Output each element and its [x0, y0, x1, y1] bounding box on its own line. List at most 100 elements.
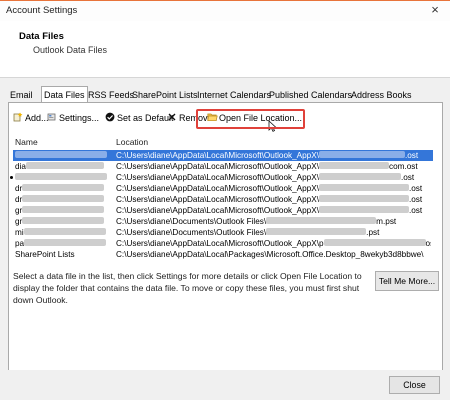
row-name: gr: [15, 216, 113, 227]
row-location-prefix: C:\Users\diane\AppData\Local\Microsoft\O…: [116, 239, 324, 248]
column-header-location[interactable]: Location: [116, 137, 148, 147]
window-title: Account Settings: [6, 5, 78, 16]
row-name: gr: [15, 205, 113, 216]
checkmark-circle-icon: [105, 112, 115, 122]
redaction-blur: [15, 173, 107, 180]
set-default-button[interactable]: Set as Default: [105, 111, 174, 125]
row-name: dr: [15, 194, 113, 205]
add-button[interactable]: Add...: [13, 111, 49, 125]
row-location: C:\Users\diane\AppData\Local\Microsoft\O…: [116, 161, 431, 172]
row-location: C:\Users\diane\AppData\Local\Microsoft\O…: [116, 194, 431, 205]
default-indicator-dot: [10, 176, 13, 179]
row-location-suffix: ost: [425, 239, 431, 248]
redaction-blur: [22, 217, 105, 224]
row-name-text: dr: [15, 184, 23, 193]
redaction-blur: [318, 162, 389, 169]
close-button[interactable]: Close: [389, 376, 440, 394]
dialog-footer: [0, 370, 450, 400]
tab-email[interactable]: Email: [10, 88, 33, 102]
row-location-prefix: C:\Users\diane\AppData\Local\Microsoft\O…: [116, 151, 319, 160]
table-row[interactable]: gr C:\Users\diane\AppData\Local\Microsof…: [13, 205, 433, 216]
row-location: C:\Users\diane\AppData\Local\Microsoft\O…: [116, 172, 431, 183]
dialog-header: Data Files Outlook Data Files: [0, 21, 450, 78]
table-row[interactable]: C:\Users\diane\AppData\Local\Microsoft\O…: [13, 150, 433, 161]
redaction-blur: [323, 239, 426, 246]
row-location-prefix: C:\Users\diane\AppData\Local\Microsoft\O…: [116, 195, 319, 204]
tab-rss-feeds[interactable]: RSS Feeds: [88, 88, 134, 102]
row-location-prefix: C:\Users\diane\AppData\Local\Microsoft\O…: [116, 184, 319, 193]
header-subtitle: Outlook Data Files: [33, 45, 108, 55]
titlebar-bg: Account Settings ×: [0, 1, 450, 22]
row-name-text: gr: [15, 217, 23, 226]
tab-sharepoint-lists[interactable]: SharePoint Lists: [132, 88, 198, 102]
row-location-suffix: .pst: [366, 228, 380, 237]
row-location-suffix: .ost: [408, 195, 423, 204]
tab-published-calendars[interactable]: Published Calendars: [269, 88, 352, 102]
row-name-text: mi: [15, 228, 24, 237]
table-row[interactable]: SharePoint Lists C:\Users\diane\AppData\…: [13, 249, 433, 260]
set-default-label: Set as Default: [117, 113, 174, 123]
list-column-headers: Name Location: [13, 137, 433, 149]
settings-label: Settings...: [59, 113, 100, 123]
redaction-blur: [266, 228, 367, 235]
tab-internet-calendars[interactable]: Internet Calendars: [197, 88, 271, 102]
row-location-prefix: C:\Users\diane\Documents\Outlook Files\: [116, 217, 267, 226]
row-name: dr: [15, 183, 113, 194]
row-name-text: gr: [15, 206, 23, 215]
row-name: SharePoint Lists: [15, 249, 113, 260]
row-name-text: SharePoint Lists: [15, 250, 75, 259]
data-files-list[interactable]: C:\Users\diane\AppData\Local\Microsoft\O…: [10, 150, 433, 260]
redaction-blur: [15, 151, 107, 158]
redaction-blur: [25, 162, 104, 169]
table-row-default[interactable]: C:\Users\diane\AppData\Local\Microsoft\O…: [10, 172, 433, 183]
row-location: C:\Users\diane\Documents\Outlook Files\.…: [116, 227, 431, 238]
data-files-panel: Add... Settings... Set as Default Remove…: [8, 102, 443, 372]
row-location-suffix: .ost: [404, 151, 419, 160]
column-header-name[interactable]: Name: [15, 137, 38, 147]
row-location-prefix: C:\Users\diane\AppData\Local\Microsoft\O…: [116, 206, 319, 215]
redaction-blur: [24, 239, 107, 246]
redaction-blur: [22, 206, 105, 213]
row-name: [15, 172, 113, 183]
redaction-blur: [266, 217, 377, 224]
row-name: dia: [15, 161, 113, 172]
row-name-text: pa: [15, 239, 25, 248]
row-location-suffix: .ost: [408, 206, 423, 215]
row-location-prefix: C:\Users\diane\AppData\Local\Microsoft\O…: [116, 162, 319, 171]
table-row[interactable]: gr C:\Users\diane\Documents\Outlook File…: [13, 216, 433, 227]
table-row[interactable]: mi C:\Users\diane\Documents\Outlook File…: [13, 227, 433, 238]
row-location-prefix: C:\Users\diane\Documents\Outlook Files\: [116, 228, 267, 237]
row-location-suffix: .ost: [408, 184, 423, 193]
open-location-highlight-box: [196, 109, 305, 129]
tell-me-more-button[interactable]: Tell Me More...: [375, 271, 439, 291]
window-titlebar: Account Settings ×: [0, 0, 450, 22]
header-title: Data Files: [19, 31, 64, 42]
row-name-text: dia: [15, 162, 26, 171]
redaction-blur: [23, 228, 106, 235]
row-location: C:\Users\diane\AppData\Local\Packages\Mi…: [116, 249, 431, 260]
row-location: C:\Users\diane\AppData\Local\Microsoft\O…: [116, 183, 431, 194]
row-location: C:\Users\diane\AppData\Local\Microsoft\O…: [116, 150, 431, 161]
settings-button[interactable]: Settings...: [47, 111, 99, 125]
add-icon: [13, 112, 23, 122]
table-row[interactable]: dia C:\Users\diane\AppData\Local\Microso…: [13, 161, 433, 172]
row-location: C:\Users\diane\AppData\Local\Microsoft\O…: [116, 205, 431, 216]
redaction-blur: [318, 184, 409, 191]
table-row[interactable]: pa C:\Users\diane\AppData\Local\Microsof…: [13, 238, 433, 249]
row-location-prefix: C:\Users\diane\AppData\Local\Packages\Mi…: [116, 250, 424, 259]
table-row[interactable]: dr C:\Users\diane\AppData\Local\Microsof…: [13, 194, 433, 205]
redaction-blur: [318, 206, 409, 213]
row-location: C:\Users\diane\AppData\Local\Microsoft\O…: [116, 238, 431, 249]
add-label: Add...: [25, 113, 49, 123]
x-remove-icon: [167, 112, 177, 122]
redaction-blur: [22, 184, 105, 191]
redaction-blur: [318, 195, 409, 202]
row-location-suffix: .ost: [400, 173, 415, 182]
row-location-prefix: C:\Users\diane\AppData\Local\Microsoft\O…: [116, 173, 319, 182]
tab-address-books[interactable]: Address Books: [351, 88, 412, 102]
redaction-blur: [318, 151, 405, 158]
table-row[interactable]: dr C:\Users\diane\AppData\Local\Microsof…: [13, 183, 433, 194]
row-name: pa: [15, 238, 113, 249]
help-text: Select a data file in the list, then cli…: [13, 271, 362, 305]
window-close-icon[interactable]: ×: [428, 3, 442, 17]
